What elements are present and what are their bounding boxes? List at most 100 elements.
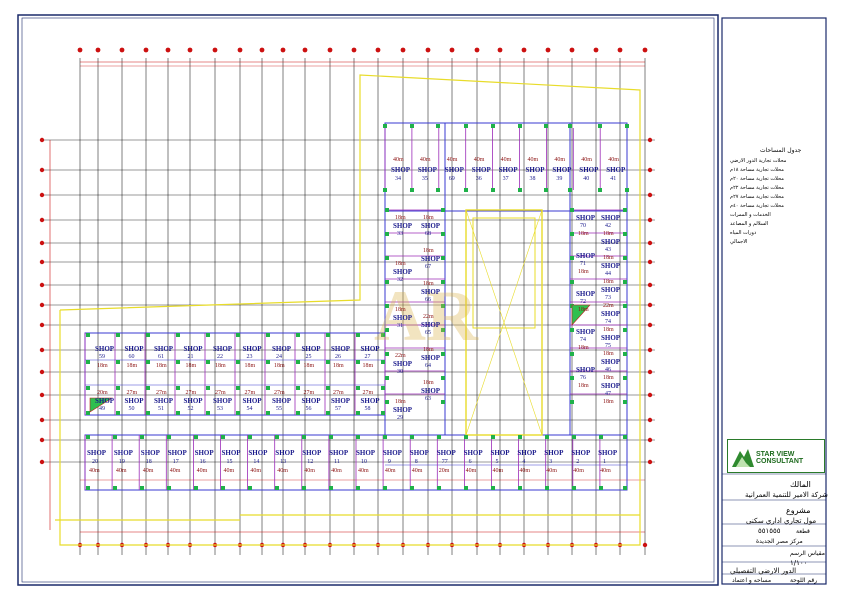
structural-column bbox=[491, 124, 495, 128]
unit-area: 18m bbox=[156, 363, 167, 369]
axis-bubble-left bbox=[39, 192, 45, 198]
structural-column bbox=[176, 333, 180, 337]
unit-label: SHOP bbox=[601, 334, 621, 342]
unit-area: 18m bbox=[303, 363, 315, 369]
unit-area: 40m bbox=[277, 468, 288, 474]
structural-column bbox=[436, 188, 440, 192]
unit-area: 27m bbox=[303, 390, 315, 396]
axis-bubble-top bbox=[425, 47, 431, 53]
unit-area: 27m bbox=[244, 390, 256, 396]
structural-column bbox=[248, 486, 252, 490]
structural-column bbox=[381, 360, 385, 364]
structural-column bbox=[221, 486, 225, 490]
structural-column bbox=[266, 333, 270, 337]
axis-bubble-right bbox=[647, 259, 653, 265]
unit-number: 23 bbox=[246, 354, 253, 360]
unit-area: 40m bbox=[500, 157, 512, 163]
structural-column bbox=[221, 435, 225, 439]
unit-number: 64 bbox=[425, 363, 431, 369]
unit-area: 40m bbox=[608, 157, 619, 163]
structural-column bbox=[441, 400, 445, 404]
legend-row: السلالم و المصاعد bbox=[730, 221, 769, 227]
unit-area: 40m bbox=[573, 468, 584, 474]
unit-number: 53 bbox=[217, 406, 223, 412]
structural-column bbox=[544, 188, 548, 192]
unit-label: SHOP bbox=[463, 449, 483, 457]
unit-label: SHOP bbox=[393, 314, 413, 322]
unit-area: 40m bbox=[465, 468, 477, 474]
unit-area: 18m bbox=[423, 347, 434, 353]
unit-label: SHOP bbox=[436, 449, 456, 457]
axis-bubble-left bbox=[39, 137, 45, 143]
scale-label: مقياس الرسم bbox=[790, 550, 825, 557]
unit-number: 69 bbox=[448, 176, 455, 182]
unit-area: 18m bbox=[423, 248, 434, 254]
unit-number: 76 bbox=[580, 375, 586, 381]
unit-area: 18m bbox=[215, 363, 226, 369]
unit-area: 40m bbox=[89, 468, 100, 474]
legend-row: الخدمات و الممرات bbox=[730, 212, 771, 218]
structural-column bbox=[385, 232, 389, 236]
unit-number: 39 bbox=[556, 176, 563, 182]
axis-bubble-bottom bbox=[642, 542, 648, 548]
drawing-sheet: AR 40m SHOP 34 40m SHOP 35 40m SHOP 69 40m SHOP 36 4… bbox=[0, 0, 868, 600]
structural-column bbox=[441, 232, 445, 236]
unit-area: 40m bbox=[581, 157, 592, 163]
structural-column bbox=[266, 386, 270, 390]
courtyard-inner bbox=[472, 217, 536, 329]
axis-bubble-left bbox=[39, 217, 45, 223]
axis-bubble-top bbox=[593, 47, 599, 53]
structural-column bbox=[236, 333, 240, 337]
unit-number: 58 bbox=[364, 406, 371, 412]
unit-area: 40m bbox=[115, 468, 127, 474]
structural-column bbox=[570, 400, 574, 404]
structural-column bbox=[206, 360, 210, 364]
axis-bubble-right bbox=[647, 217, 653, 223]
structural-column bbox=[356, 486, 360, 490]
unit-label: SHOP bbox=[471, 166, 491, 174]
unit-number: 20 bbox=[92, 459, 98, 465]
signature-label: مساحه و اعتماد bbox=[732, 577, 772, 584]
unit-number: 38 bbox=[529, 176, 536, 182]
structural-column bbox=[385, 400, 389, 404]
structural-column bbox=[236, 411, 240, 415]
axis-bubble-right bbox=[647, 437, 653, 443]
structural-column bbox=[167, 435, 171, 439]
structural-column bbox=[385, 376, 389, 380]
axis-bubble-top bbox=[77, 47, 83, 53]
unit-label: SHOP bbox=[393, 268, 413, 276]
unit-area: 27m bbox=[274, 390, 285, 396]
unit-number: 42 bbox=[605, 223, 611, 229]
unit-number: 2 bbox=[576, 459, 580, 465]
unit-number: 32 bbox=[397, 277, 403, 283]
unit-area: 18m bbox=[395, 307, 406, 313]
unit-area: 18m bbox=[395, 261, 406, 267]
structural-column bbox=[518, 188, 522, 192]
axis-bubble-left bbox=[39, 259, 45, 265]
axis-bubble-top bbox=[165, 47, 171, 53]
unit-number: 18 bbox=[145, 459, 152, 465]
axis-bubble-left bbox=[39, 322, 45, 328]
unit-label: SHOP bbox=[140, 449, 160, 457]
structural-column bbox=[248, 435, 252, 439]
unit-label: SHOP bbox=[525, 166, 545, 174]
unit-area: 40m bbox=[411, 468, 423, 474]
scale-value: ١/١٠٠ bbox=[790, 559, 808, 567]
unit-number: 17 bbox=[172, 459, 179, 465]
unit-label: SHOP bbox=[606, 166, 626, 174]
structural-column bbox=[570, 328, 574, 332]
structural-column bbox=[206, 386, 210, 390]
legend-row: محلات تجارية مساحة ٢٧م bbox=[730, 194, 784, 200]
unit-number: 24 bbox=[276, 354, 282, 360]
structural-column bbox=[570, 208, 574, 212]
unit-number: 72 bbox=[580, 299, 586, 305]
axis-bubble-left bbox=[39, 240, 45, 246]
unit-label: SHOP bbox=[517, 449, 537, 457]
axis-bubble-top bbox=[187, 47, 193, 53]
legend-row: محلات تجارية مساحة ٢٢م bbox=[730, 185, 784, 191]
structural-column bbox=[113, 486, 117, 490]
structural-column bbox=[623, 435, 627, 439]
unit-number: 60 bbox=[128, 354, 135, 360]
unit-label: SHOP bbox=[113, 449, 133, 457]
unit-area: 22m bbox=[423, 314, 434, 320]
